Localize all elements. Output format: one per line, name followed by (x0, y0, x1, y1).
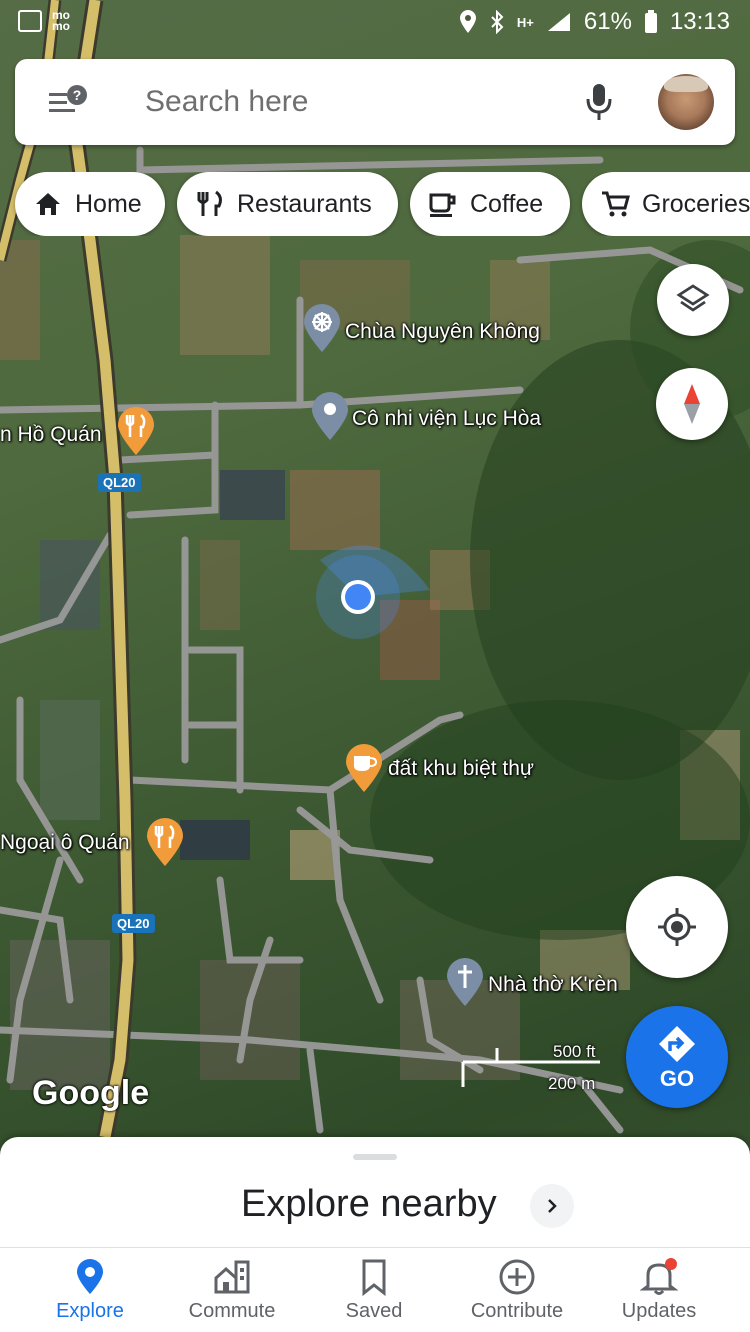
microphone-icon[interactable] (583, 81, 615, 123)
nav-label: Commute (188, 1300, 276, 1322)
chip-groceries[interactable]: Groceries (582, 172, 750, 236)
compass-icon (684, 384, 700, 424)
clock: 13:13 (669, 8, 730, 35)
nav-label: Updates (621, 1300, 697, 1322)
signal-icon (547, 13, 570, 31)
place-label-temple[interactable]: Chùa Nguyên Không (345, 320, 540, 344)
chip-home[interactable]: Home (15, 172, 165, 236)
chip-coffee[interactable]: Coffee (410, 172, 570, 236)
layers-button[interactable] (657, 264, 729, 336)
nav-commute[interactable]: Commute (162, 1248, 302, 1332)
bluetooth-icon (491, 10, 504, 34)
scale-metric: 200 m (548, 1074, 596, 1093)
bell-icon (640, 1258, 678, 1295)
network-type: H+ (516, 14, 534, 30)
compass-button[interactable] (656, 368, 728, 440)
go-button[interactable]: GO (626, 1006, 728, 1108)
chip-label: Groceries (642, 189, 750, 218)
nav-explore[interactable]: Explore (20, 1248, 160, 1332)
battery-icon (644, 10, 657, 33)
explore-nearby-title[interactable]: Explore nearby (241, 1183, 497, 1226)
notification-dot (665, 1258, 677, 1270)
momo-notification-icon: mo mo (52, 8, 70, 33)
google-logo: Google (32, 1074, 150, 1112)
drag-handle[interactable] (353, 1154, 397, 1160)
chip-label: Restaurants (237, 189, 372, 218)
battery-percent: 61% (583, 8, 632, 35)
place-label-restaurant-1[interactable]: n Hồ Quán (0, 423, 102, 447)
scale-imperial: 500 ft (553, 1042, 596, 1061)
nav-label: Explore (56, 1300, 124, 1322)
road-shield-ql20: QL20 (98, 473, 141, 492)
location-status-icon (459, 10, 476, 33)
bookmark-icon (362, 1259, 386, 1296)
menu-icon[interactable]: ? (47, 83, 87, 119)
restaurant-icon (197, 190, 222, 216)
svg-text:?: ? (73, 87, 82, 103)
status-bar: mo mo H+ 61% 13:13 (0, 0, 750, 48)
home-icon (36, 193, 60, 215)
search-bar[interactable]: ? Search here (15, 59, 735, 145)
commute-icon (214, 1260, 250, 1294)
place-label-restaurant-2[interactable]: Ngoại ô Quán (0, 831, 130, 855)
layers-icon (676, 284, 710, 312)
gallery-notification-icon (18, 10, 42, 32)
church-pin-icon[interactable] (445, 958, 485, 1008)
my-location-icon (658, 908, 696, 946)
place-pin-icon[interactable] (310, 392, 350, 442)
explore-pin-icon (77, 1259, 103, 1294)
chip-label: Coffee (470, 189, 544, 218)
search-input[interactable]: Search here (145, 85, 308, 119)
nav-saved[interactable]: Saved (304, 1248, 444, 1332)
restaurant-pin-icon[interactable] (116, 407, 156, 457)
temple-pin-icon[interactable] (302, 304, 342, 354)
place-label-villa[interactable]: đất khu biệt thự (388, 757, 534, 781)
nav-label: Saved (345, 1300, 403, 1322)
chevron-right-icon (548, 1199, 557, 1213)
directions-icon (659, 1026, 695, 1062)
add-circle-icon (499, 1259, 535, 1295)
explore-expand-button[interactable] (530, 1184, 574, 1228)
coffee-pin-icon[interactable] (344, 744, 384, 794)
avatar[interactable] (658, 74, 714, 130)
explore-nearby-sheet[interactable]: Explore nearby (0, 1137, 750, 1247)
category-chips: Home Restaurants Coffee Groceries (0, 172, 750, 236)
restaurant-pin-icon-2[interactable] (145, 818, 185, 868)
go-label: GO (659, 1066, 695, 1091)
my-location-button[interactable] (626, 876, 728, 978)
nav-updates[interactable]: Updates (589, 1248, 729, 1332)
road-shield-ql20-2: QL20 (112, 914, 155, 933)
place-label-orphanage[interactable]: Cô nhi viện Lục Hòa (352, 407, 541, 431)
chip-label: Home (75, 189, 142, 218)
bottom-navigation: Explore Commute Saved Contribute Updates (0, 1247, 750, 1332)
place-label-church[interactable]: Nhà thờ K'rèn (488, 973, 618, 997)
chip-restaurants[interactable]: Restaurants (177, 172, 398, 236)
nav-contribute[interactable]: Contribute (447, 1248, 587, 1332)
nav-label: Contribute (470, 1300, 564, 1322)
coffee-icon (429, 193, 456, 217)
cart-icon (602, 191, 630, 217)
